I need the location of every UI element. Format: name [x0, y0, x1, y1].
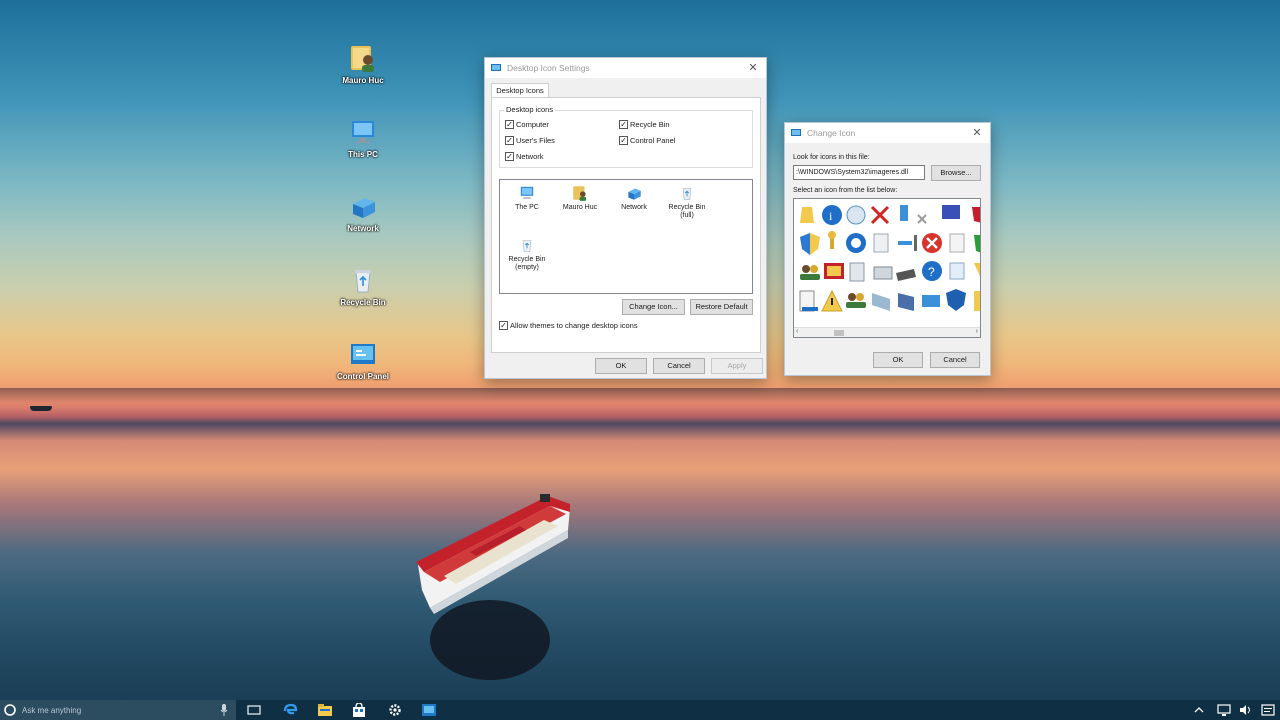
desktop-icon-label: Recycle Bin	[340, 298, 386, 307]
desktop-icon-recycle-bin[interactable]: Recycle Bin	[328, 264, 398, 307]
cortana-icon[interactable]	[3, 703, 17, 717]
svg-text:?: ?	[928, 265, 935, 279]
checkbox-box[interactable]: ✓	[505, 136, 514, 145]
chevron-up-icon[interactable]	[1194, 705, 1204, 715]
desktop-icon-label: Network	[347, 224, 379, 233]
restore-default-button[interactable]: Restore Default	[690, 299, 753, 315]
distant-boat	[30, 406, 52, 411]
file-explorer-icon[interactable]	[317, 703, 333, 717]
tab-desktop-icons[interactable]: Desktop Icons	[491, 83, 549, 98]
recycle-bin-empty-icon	[522, 240, 532, 253]
checkbox-box[interactable]: ✓	[499, 321, 508, 330]
control-panel-taskbar-icon[interactable]	[421, 703, 437, 717]
control-panel-checkbox[interactable]: ✓ Control Panel	[619, 136, 675, 145]
close-icon[interactable]: ✕	[970, 126, 984, 140]
icon-item-the-pc[interactable]: The PC	[507, 184, 547, 211]
apply-button[interactable]: Apply	[711, 358, 763, 374]
store-icon[interactable]	[351, 703, 367, 717]
select-icon-label: Select an icon from the list below:	[793, 187, 898, 194]
computer-checkbox[interactable]: ✓ Computer	[505, 120, 549, 129]
user-folder-icon	[573, 186, 587, 201]
horizontal-scrollbar[interactable]: ‹ ›	[794, 327, 980, 337]
volume-icon[interactable]	[1238, 703, 1254, 717]
checkbox-label: Computer	[516, 120, 549, 129]
checkbox-label: User's Files	[516, 136, 555, 145]
scroll-right-icon[interactable]: ›	[976, 328, 978, 335]
user-folder-icon	[351, 46, 374, 72]
computer-icon	[520, 186, 534, 199]
desktop-icon-this-pc[interactable]: This PC	[328, 116, 398, 159]
network-icon	[353, 198, 375, 218]
icon-item-label: Recycle Bin (empty)	[508, 256, 546, 271]
icon-grid-glyphs: i ?	[799, 205, 980, 312]
icon-item-recycle-full[interactable]: Recycle Bin (full)	[663, 184, 711, 220]
window-icon	[491, 64, 501, 71]
checkbox-label: Network	[516, 152, 544, 161]
checkbox-label: Recycle Bin	[630, 120, 670, 129]
computer-icon	[352, 121, 374, 143]
checkbox-label: Allow themes to change desktop icons	[510, 321, 638, 330]
titlebar[interactable]: Change Icon ✕	[785, 123, 990, 143]
file-path-input[interactable]: :\WINDOWS\System32\imageres.dll	[793, 165, 925, 180]
network-icon	[628, 188, 641, 200]
microphone-icon[interactable]	[220, 704, 228, 716]
taskbar: Ask me anything	[0, 700, 1280, 720]
change-icon-button[interactable]: Change Icon...	[622, 299, 685, 315]
scroll-left-icon[interactable]: ‹	[796, 328, 798, 335]
change-icon-dialog: Change Icon ✕ Look for icons in this fil…	[784, 122, 991, 376]
icon-item-label: Recycle Bin (full)	[668, 204, 706, 219]
allow-themes-checkbox[interactable]: ✓ Allow themes to change desktop icons	[499, 321, 638, 330]
recycle-bin-full-icon	[682, 188, 692, 201]
control-panel-icon	[351, 344, 375, 364]
checkbox-label: Control Panel	[630, 136, 676, 145]
checkbox-box[interactable]: ✓	[619, 136, 628, 145]
checkbox-box[interactable]: ✓	[619, 120, 628, 129]
icon-item-label: Network	[621, 204, 647, 211]
checkbox-box[interactable]: ✓	[505, 152, 514, 161]
cortana-search-box[interactable]: Ask me anything	[0, 700, 236, 720]
cancel-button[interactable]: Cancel	[930, 352, 980, 368]
icon-item-recycle-empty[interactable]: Recycle Bin (empty)	[503, 236, 551, 272]
desktop-icon-label: Mauro Huc	[342, 76, 384, 85]
search-placeholder: Ask me anything	[22, 705, 82, 715]
scrollbar-thumb[interactable]	[834, 330, 844, 336]
action-center-icon[interactable]	[1260, 703, 1276, 717]
cancel-button[interactable]: Cancel	[653, 358, 705, 374]
look-for-label: Look for icons in this file:	[793, 154, 870, 161]
settings-gear-icon[interactable]	[387, 703, 403, 717]
desktop-icon-control-panel[interactable]: Control Panel	[328, 338, 398, 381]
recycle-bin-icon	[355, 270, 371, 293]
horizon-glow	[0, 388, 1280, 418]
desktop-icon-label: Control Panel	[336, 372, 389, 381]
rowboat-image	[416, 494, 570, 680]
checkbox-box[interactable]: ✓	[505, 120, 514, 129]
window-icon	[791, 129, 801, 136]
ok-button[interactable]: OK	[595, 358, 647, 374]
desktop-icon-user-files[interactable]: Mauro Huc	[328, 42, 398, 85]
users-files-checkbox[interactable]: ✓ User's Files	[505, 136, 555, 145]
icon-grid[interactable]: i ? ‹ ›	[793, 198, 981, 338]
edge-icon[interactable]	[282, 703, 298, 717]
titlebar[interactable]: Desktop Icon Settings ✕	[485, 58, 766, 78]
desktop-icon-network[interactable]: Network	[328, 190, 398, 233]
recycle-bin-checkbox[interactable]: ✓ Recycle Bin	[619, 120, 670, 129]
desktop-icon-label: This PC	[348, 150, 378, 159]
close-icon[interactable]: ✕	[746, 61, 760, 75]
icon-item-label: The PC	[515, 204, 539, 211]
window-title: Change Icon	[807, 128, 856, 138]
group-label: Desktop icons	[504, 105, 556, 114]
window-title: Desktop Icon Settings	[507, 63, 590, 73]
desktop-icon-settings-dialog: Desktop Icon Settings ✕ Desktop Icons De…	[484, 57, 767, 379]
network-tray-icon[interactable]	[1216, 703, 1232, 717]
icon-item-network[interactable]: Network	[613, 184, 655, 211]
task-view-icon[interactable]	[246, 703, 262, 717]
icon-item-label: Mauro Huc	[562, 204, 598, 211]
browse-button[interactable]: Browse...	[931, 165, 981, 181]
icon-item-user[interactable]: Mauro Huc	[559, 184, 601, 211]
network-checkbox[interactable]: ✓ Network	[505, 152, 544, 161]
ok-button[interactable]: OK	[873, 352, 923, 368]
